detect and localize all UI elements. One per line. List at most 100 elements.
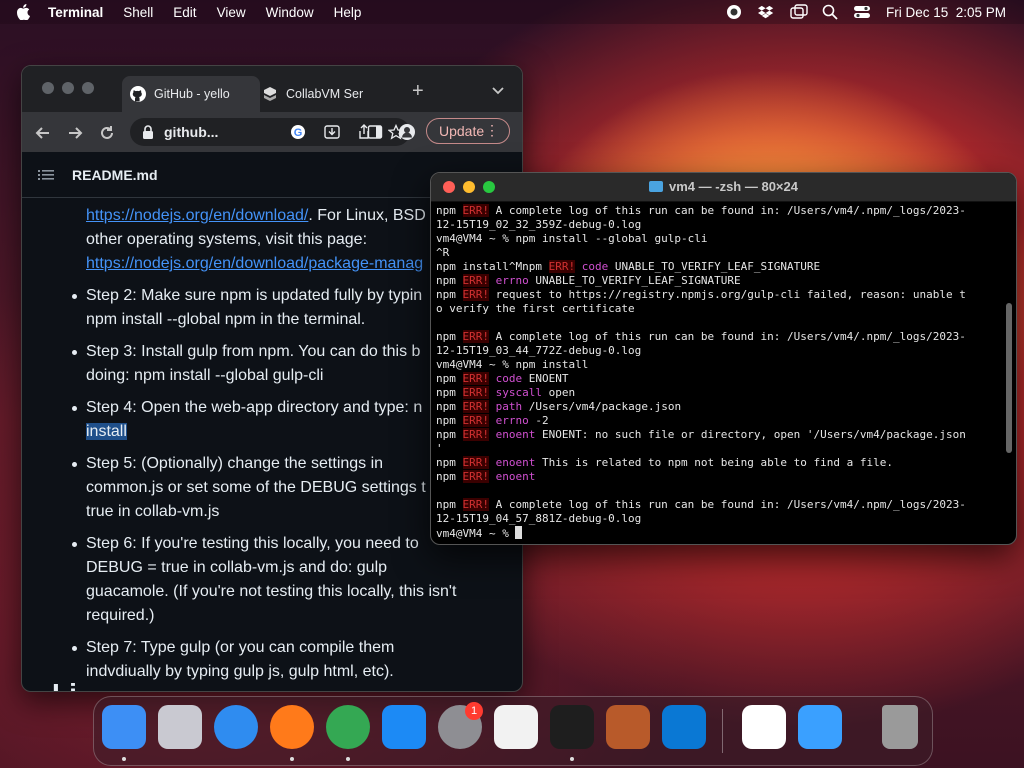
tab-github[interactable]: GitHub - yello	[122, 76, 260, 112]
safari-icon[interactable]	[214, 705, 258, 749]
terminal-line: npm ERR! A complete log of this run can …	[436, 204, 1016, 218]
terminal-line-k: syscall	[489, 386, 542, 399]
terminal-line-k: enoent	[489, 428, 536, 441]
window-controls	[42, 82, 94, 94]
screen-record-icon[interactable]	[726, 4, 742, 20]
terminal-line-t: open	[541, 386, 576, 399]
kebab-menu-icon[interactable]: ⋮	[485, 123, 499, 137]
terminal-scrollbar[interactable]	[1006, 303, 1012, 453]
close-button[interactable]	[42, 82, 54, 94]
terminal-line-t: /Users/vm4/package.json	[522, 400, 682, 413]
chrome-icon[interactable]	[326, 705, 370, 749]
terminal-line: vm4@VM4 ~ %	[436, 526, 1016, 541]
menu-window[interactable]: Window	[266, 5, 314, 20]
terminal-line-k: errno	[489, 274, 529, 287]
apple-icon[interactable]	[14, 3, 32, 21]
terminal-line-e: ERR!	[462, 372, 489, 385]
nodejs-download-link[interactable]: https://nodejs.org/en/download/	[86, 207, 308, 224]
terminal-line-e: ERR!	[462, 456, 489, 469]
terminal-line-k: enoent	[489, 470, 536, 483]
terminal-line-t: This is related to npm not being able to…	[535, 456, 893, 469]
terminal-output[interactable]: npm ERR! A complete log of this run can …	[431, 202, 1016, 541]
menu-shell[interactable]: Shell	[123, 5, 153, 20]
terminal-line: npm ERR! errno -2	[436, 414, 1016, 428]
minimize-button[interactable]	[62, 82, 74, 94]
folder-icon	[649, 181, 663, 192]
collabvm-icon	[262, 86, 278, 102]
google-icon[interactable]: G	[290, 124, 306, 140]
update-label: Update	[439, 123, 485, 139]
terminal-line: npm ERR! A complete log of this run can …	[436, 498, 1016, 512]
package-manager-link[interactable]: https://nodejs.org/en/download/package-m…	[86, 255, 423, 272]
terminal-line-e: ERR!	[462, 498, 489, 511]
terminal-line-e: ERR!	[462, 386, 489, 399]
install-app-icon[interactable]	[324, 124, 340, 140]
windows-icon[interactable]	[790, 4, 808, 20]
terminal-title-text: vm4 — -zsh — 80×24	[669, 179, 798, 194]
terminal-line-t: 12-15T19_03_44_772Z-debug-0.log	[436, 344, 642, 357]
terminal-titlebar: vm4 — -zsh — 80×24	[431, 173, 1016, 202]
terminal-icon[interactable]	[550, 705, 594, 749]
lock-icon[interactable]	[142, 125, 154, 139]
new-tab-button[interactable]: +	[412, 80, 424, 103]
list-item: Step 7: Type gulp (or you can compile th…	[72, 636, 516, 684]
tab-collabvm[interactable]: CollabVM Ser	[262, 76, 372, 112]
terminal-line-k: path	[489, 400, 523, 413]
terminal-line-t: UNABLE_TO_VERIFY_LEAF_SIGNATURE	[528, 274, 741, 287]
profile-avatar-icon[interactable]	[399, 124, 415, 140]
dropbox-icon[interactable]	[757, 4, 774, 20]
terminal-line: 12-15T19_02_32_359Z-debug-0.log	[436, 218, 1016, 232]
terminal-line: npm ERR! errno UNABLE_TO_VERIFY_LEAF_SIG…	[436, 274, 1016, 288]
vscode-icon[interactable]	[662, 705, 706, 749]
terminal-line: npm ERR! enoent This is related to npm n…	[436, 456, 1016, 470]
terminal-line: npm ERR! enoent	[436, 470, 1016, 484]
step-6-line-4: required.)	[86, 607, 155, 624]
dock	[93, 696, 933, 766]
terminal-line-e: ERR!	[462, 470, 489, 483]
terminal-line-p: npm	[436, 400, 463, 413]
terminal-line-k: enoent	[489, 456, 536, 469]
terminal-line: ​	[436, 484, 1016, 498]
terminal-line-k: code	[575, 260, 609, 273]
menu-help[interactable]: Help	[334, 5, 362, 20]
chevron-down-icon[interactable]	[492, 84, 504, 96]
terminal-line-p: npm	[436, 204, 463, 217]
firefox-icon[interactable]	[270, 705, 314, 749]
visual-studio-icon[interactable]	[742, 705, 786, 749]
intro-text: . For Linux, BSD	[308, 207, 426, 224]
url-text: github...	[164, 124, 219, 140]
terminal-line-e: ERR!	[462, 288, 489, 301]
reload-icon[interactable]	[98, 124, 116, 142]
spotlight-search-icon[interactable]	[822, 4, 838, 20]
terminal-line: npm ERR! enoent ENOENT: no such file or …	[436, 428, 1016, 442]
terminal-line-t: 12-15T19_04_57_881Z-debug-0.log	[436, 512, 642, 525]
terminal-line-k: errno	[489, 414, 529, 427]
trash-icon[interactable]	[882, 705, 918, 749]
outline-list-icon[interactable]	[38, 167, 54, 183]
weather-icon[interactable]	[798, 705, 842, 749]
update-button[interactable]: Update ⋮	[426, 118, 510, 144]
back-arrow-icon[interactable]	[34, 124, 52, 142]
tab-github-label: GitHub - yello	[154, 87, 230, 101]
textedit-icon[interactable]	[494, 705, 538, 749]
terminal-line-e: ERR!	[462, 330, 489, 343]
menu-edit[interactable]: Edit	[173, 5, 196, 20]
side-panel-icon[interactable]	[367, 124, 383, 140]
terminal-line-t: vm4@VM4 ~ % npm install	[436, 358, 589, 371]
terminal-line: npm ERR! A complete log of this run can …	[436, 330, 1016, 344]
step-4-line-1: Step 4: Open the web-app directory and t…	[86, 399, 423, 416]
app-store-icon[interactable]	[382, 705, 426, 749]
garageband-icon[interactable]	[606, 705, 650, 749]
intro-text-2: other operating systems, visit this page…	[86, 231, 368, 248]
launchpad-icon[interactable]	[158, 705, 202, 749]
control-center-icon[interactable]	[853, 4, 870, 20]
step-2-line-2: npm install --global npm in the terminal…	[86, 311, 366, 328]
menu-clock[interactable]: Fri Dec 15 2:05 PM	[886, 5, 1006, 20]
running-indicator	[290, 757, 294, 761]
menu-view[interactable]: View	[217, 5, 246, 20]
step-4-selected-text: install	[86, 423, 127, 440]
zoom-button[interactable]	[82, 82, 94, 94]
menu-app-name[interactable]: Terminal	[48, 5, 103, 20]
finder-icon[interactable]	[102, 705, 146, 749]
forward-arrow-icon[interactable]	[66, 124, 84, 142]
